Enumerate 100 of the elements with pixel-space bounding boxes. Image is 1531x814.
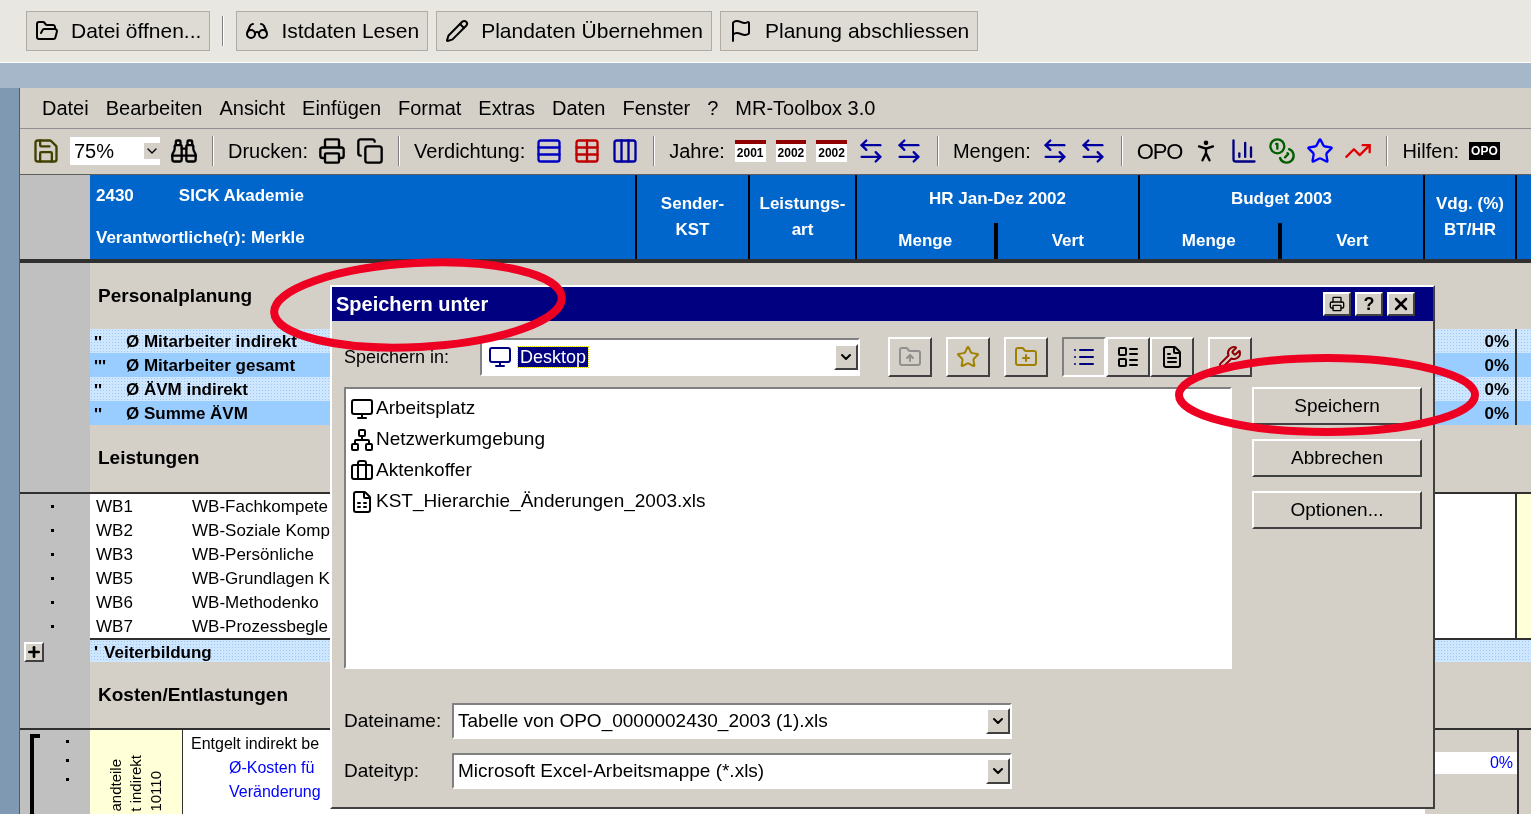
field-label: Dateiname: (344, 708, 443, 733)
selected-location: Desktop (518, 346, 589, 367)
service-name: WB-Grundlagen K (192, 567, 330, 590)
table-icon[interactable] (535, 137, 564, 166)
menu-item[interactable]: MR-Toolbox 3.0 (735, 93, 876, 123)
menu-item[interactable]: Ansicht (219, 93, 286, 123)
spreadsheet-file-icon (350, 489, 374, 514)
service-name: WB-Persönliche (192, 543, 314, 566)
filetype-dropdown[interactable]: Microsoft Excel-Arbeitsmappe (*.xls) (452, 753, 1012, 789)
menu-item[interactable]: Extras (478, 93, 536, 123)
percent-value: 0% (1484, 379, 1509, 402)
toolbar-button[interactable]: Plandaten Übernehmen (436, 11, 712, 51)
dropdown-arrow-button[interactable] (986, 758, 1010, 784)
percent-value: 0% (1484, 355, 1509, 378)
year-calendar-icon[interactable]: 2001 (734, 140, 766, 163)
field-label: Dateityp: (344, 758, 420, 783)
menu-item[interactable]: Einfügen (302, 93, 381, 123)
year-calendar-icon[interactable]: 2002 (775, 140, 807, 163)
menu-item[interactable]: Format (398, 93, 462, 123)
favorites-button[interactable] (946, 337, 990, 377)
cost-row-label: Ø-Kosten fü (229, 758, 315, 778)
toolbar-label: Jahre: (669, 139, 725, 165)
coins-icon[interactable] (1268, 137, 1297, 166)
star-icon (956, 345, 980, 369)
folder-icon (35, 19, 59, 43)
column-group-heading: HR Jan-Dez 2002 (929, 188, 1066, 211)
binoculars-icon[interactable] (170, 137, 198, 166)
dialog-button[interactable]: Speichern (1252, 387, 1422, 425)
up-folder-button[interactable] (888, 337, 932, 377)
rotated-label: andteile (107, 759, 125, 812)
new-folder-icon (1014, 345, 1038, 369)
filename-field[interactable]: Tabelle von OPO_0000002430_2003 (1).xls (452, 703, 1012, 739)
table-icon[interactable] (573, 137, 602, 166)
list-view-button[interactable] (1062, 337, 1106, 377)
printer-icon[interactable] (318, 137, 347, 166)
toolbar-label: Hilfen: (1402, 139, 1460, 165)
field-label: Speichern in: (344, 345, 451, 369)
service-code: WB2 (96, 519, 134, 542)
properties-view-button[interactable] (1150, 337, 1194, 377)
dropdown-arrow-button[interactable] (986, 708, 1010, 734)
column-heading: art (791, 218, 814, 241)
column-heading: BT/HR (1444, 218, 1496, 241)
toolbar-button[interactable]: Datei öffnen... (26, 11, 211, 51)
file-name[interactable]: Netzwerkumgebung (376, 425, 545, 454)
toolbar-button[interactable]: Planung abschliessen (720, 11, 979, 51)
table-icon[interactable] (611, 137, 640, 166)
percent-value: 0% (1489, 753, 1513, 773)
printer-button[interactable] (1323, 292, 1351, 316)
file-name[interactable]: KST_Hierarchie_Änderungen_2003.xls (376, 487, 706, 516)
zoom-field[interactable]: 75% (70, 137, 160, 166)
cost-row-label: Entgelt indirekt be (191, 734, 320, 754)
opo-icon[interactable]: OPO (1469, 142, 1500, 161)
help-button[interactable]: ? (1355, 292, 1383, 316)
column-heading: Vert (1336, 230, 1369, 253)
service-code: WB5 (96, 567, 134, 590)
toolbar-button[interactable]: Istdaten Lesen (236, 11, 429, 51)
menu-item[interactable]: Daten (552, 93, 606, 123)
column-heading: KST (675, 218, 710, 241)
section-heading: Leistungen (98, 446, 200, 471)
sheet-cell (1517, 493, 1531, 520)
star-icon[interactable] (1306, 137, 1335, 166)
folder-up-icon (898, 345, 922, 369)
close-button[interactable] (1387, 292, 1415, 316)
column-heading: Leistungs- (759, 193, 846, 216)
column-heading: Vert (1051, 230, 1084, 253)
percent-value: 0% (1484, 331, 1509, 354)
details-view-button[interactable] (1106, 337, 1150, 377)
expand-button[interactable] (24, 642, 44, 663)
file-name[interactable]: Arbeitsplatz (376, 394, 476, 423)
menu-item[interactable]: Datei (42, 93, 89, 123)
cost-center-name: SICK Akademie (178, 185, 304, 208)
location-dropdown[interactable]: Desktop (480, 338, 860, 376)
dialog-button[interactable]: Optionen... (1252, 491, 1422, 529)
responsible-label: Verantwortliche(r): Merkle (96, 227, 306, 250)
caret-icon (144, 143, 160, 160)
cost-center-code: 2430 (96, 185, 134, 208)
copy-icon[interactable] (356, 137, 385, 166)
plus-icon (26, 644, 42, 661)
save-icon[interactable] (32, 137, 60, 166)
file-name[interactable]: Aktenkoffer (376, 456, 472, 485)
menu-item[interactable]: Fenster (622, 93, 691, 123)
row-label: Ø Mitarbeiter indirekt (126, 331, 297, 354)
dropdown-arrow-button[interactable] (834, 344, 858, 370)
bar-chart-icon[interactable] (1230, 137, 1259, 166)
toolbar-label: Mengen: (952, 139, 1031, 165)
row-marker: '' (94, 381, 104, 399)
opo-icon[interactable]: OPO (1136, 134, 1183, 168)
row-label: Ø Mitarbeiter gesamt (126, 355, 296, 378)
new-folder-button[interactable] (1004, 337, 1048, 377)
column-group-heading: Budget 2003 (1230, 188, 1333, 211)
year-calendar-icon[interactable]: 2002 (816, 140, 847, 163)
toolbar-label: Verdichtung: (414, 139, 526, 165)
service-name: WB-Fachkompete (192, 495, 329, 518)
service-code: WB3 (96, 543, 134, 566)
sheet-cell (1517, 613, 1531, 640)
service-name: WB-Soziale Komp (192, 519, 330, 542)
cost-row-label: Veränderung (229, 782, 321, 802)
menu-item[interactable]: Bearbeiten (105, 93, 203, 123)
dialog-button[interactable]: Abbrechen (1252, 439, 1422, 477)
menu-item[interactable]: ? (707, 93, 719, 123)
